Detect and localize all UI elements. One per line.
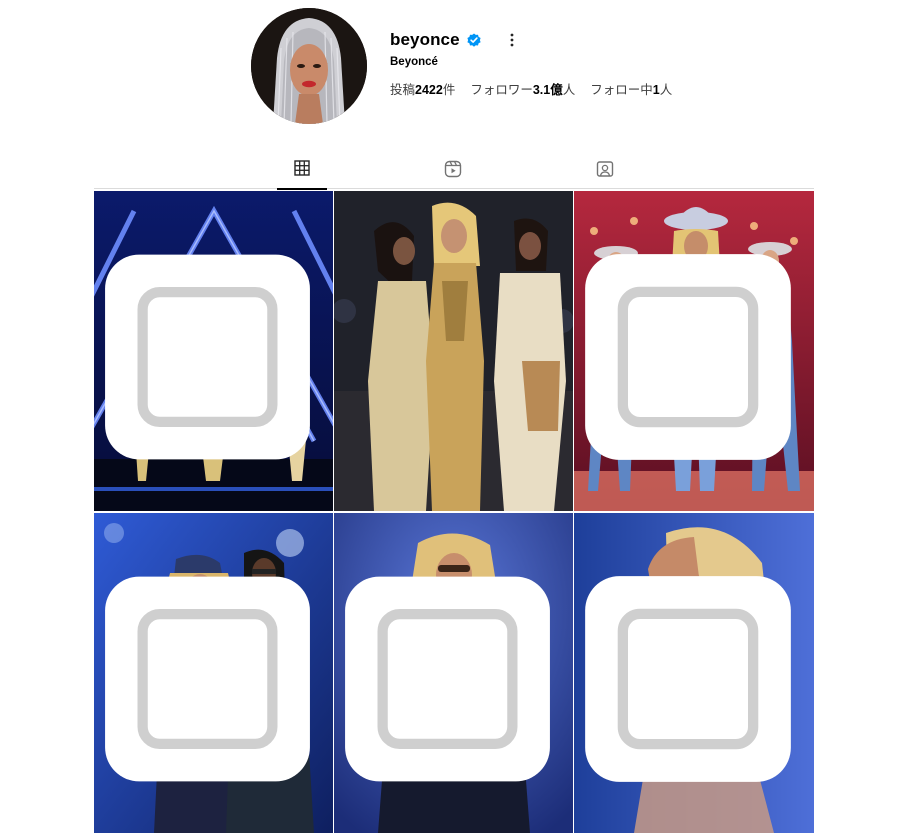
followers-value: 3.1億 — [532, 83, 563, 97]
multiple-photos-icon — [105, 254, 310, 460]
profile-stats: 投稿2422件 フォロワー3.1億人 フォロー中1人 — [390, 79, 672, 98]
post-tile[interactable] — [574, 513, 814, 833]
post-tile[interactable] — [94, 191, 333, 511]
profile-full-name: Beyoncé — [390, 56, 438, 68]
followers-link[interactable]: フォロワー3.1億人 — [470, 79, 575, 98]
multiple-photos-icon — [585, 576, 791, 782]
posts-label: 投稿 — [390, 83, 416, 97]
profile-avatar[interactable] — [251, 8, 367, 124]
multiple-photos-icon — [345, 576, 550, 782]
post-tile[interactable] — [574, 191, 814, 511]
more-options-button[interactable] — [502, 30, 522, 50]
avatar-image — [251, 8, 367, 124]
profile-username[interactable]: beyonce — [390, 30, 460, 50]
post-image — [334, 191, 573, 511]
reels-icon — [444, 160, 462, 178]
following-label: フォロー中 — [590, 83, 653, 97]
posts-unit: 件 — [442, 83, 456, 97]
more-options-icon — [510, 33, 514, 47]
verified-badge-icon — [467, 33, 481, 47]
tab-posts[interactable] — [277, 160, 327, 190]
tagged-icon — [596, 161, 614, 177]
following-unit: 人 — [659, 83, 673, 97]
followers-unit: 人 — [562, 83, 576, 97]
post-tile[interactable] — [334, 513, 573, 833]
posts-count: 投稿2422件 — [390, 79, 455, 98]
following-value: 1 — [652, 83, 660, 97]
following-link[interactable]: フォロー中1人 — [590, 79, 672, 98]
followers-label: フォロワー — [470, 83, 533, 97]
multiple-photos-icon — [105, 576, 310, 782]
posts-grid — [94, 191, 814, 833]
profile-username-row: beyonce — [390, 28, 522, 52]
tab-tagged[interactable] — [580, 160, 630, 190]
grid-icon — [294, 160, 310, 176]
post-tile[interactable] — [94, 513, 333, 833]
post-tile[interactable] — [334, 191, 573, 511]
posts-value: 2422 — [415, 83, 443, 97]
multiple-photos-icon — [585, 254, 791, 460]
tab-reels[interactable] — [428, 160, 478, 190]
